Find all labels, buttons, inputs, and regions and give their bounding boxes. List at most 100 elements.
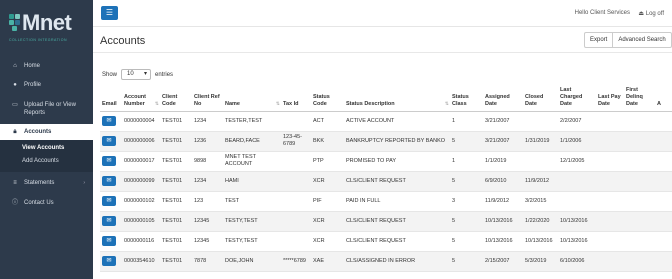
sort-asc-icon: ⇅ (154, 100, 159, 107)
col-account-number[interactable]: Account Number ⇅ (122, 84, 160, 112)
envelope-icon: ✉ (106, 218, 112, 224)
sidebar-item-label: Home (24, 63, 41, 69)
table-cell: 3 (450, 191, 483, 212)
col-client-code[interactable]: Client Code (160, 84, 192, 112)
table-cell: TESTY,TEST (223, 211, 281, 232)
table-cell: TEST01 (160, 231, 192, 252)
email-button[interactable]: ✉ (102, 176, 116, 186)
table-cell (596, 231, 624, 252)
menu-toggle-button[interactable]: ☰ (101, 6, 118, 20)
col-first-delinq-date[interactable]: First Delinq Date (624, 84, 655, 112)
table-cell (281, 151, 311, 172)
email-button[interactable]: ✉ (102, 156, 116, 166)
sidebar-item-profile[interactable]: ● Profile (0, 81, 93, 89)
table-cell (624, 251, 655, 272)
col-closed-date[interactable]: Closed Date (523, 84, 558, 112)
submenu-item-add-accounts[interactable]: Add Accounts (22, 158, 59, 164)
col-assigned-date[interactable]: Assigned Date (483, 84, 523, 112)
logo-tagline: COLLECTION INTEGRATION (9, 38, 67, 42)
table-cell: 5 (450, 171, 483, 192)
col-status-class[interactable]: Status Class (450, 84, 483, 112)
table-row[interactable]: ✉ 0000000006 TEST01 1236 BEARD,FACE 123-45-67… (100, 131, 672, 152)
table-cell: 10/13/2016 (483, 231, 523, 252)
table-cell (281, 211, 311, 232)
entries-select[interactable]: 10 (121, 69, 152, 80)
table-cell (596, 131, 624, 152)
export-button[interactable]: Export (585, 33, 612, 47)
header-button-group: Export Advanced Search (584, 32, 672, 48)
table-cell (624, 211, 655, 232)
table-cell: 10/13/2016 (558, 231, 596, 252)
table-row[interactable]: ✉ 0000000102 TEST01 123 TEST PIF PAID IN FULL 3… (100, 191, 672, 212)
sidebar-item-home[interactable]: ⌂ Home (0, 62, 93, 70)
table-cell: 123 (192, 191, 223, 212)
email-cell: ✉ (100, 231, 122, 252)
email-button[interactable]: ✉ (102, 136, 116, 146)
table-cell: 1236 (192, 131, 223, 152)
table-cell (523, 111, 558, 132)
col-email[interactable]: Email (100, 84, 122, 112)
table-cell: PIF (311, 191, 344, 212)
table-cell (281, 171, 311, 192)
email-button[interactable]: ✉ (102, 236, 116, 246)
table-cell (655, 251, 672, 272)
email-cell: ✉ (100, 251, 122, 272)
table-cell: 6/10/2006 (558, 251, 596, 272)
sidebar-item-contact[interactable]: ⓘ Contact Us (0, 199, 93, 207)
table-cell: 10/13/2016 (558, 211, 596, 232)
col-tax-id[interactable]: Tax Id (281, 84, 311, 112)
sidebar-item-statements[interactable]: ≡ Statements (0, 179, 93, 187)
col-status-description[interactable]: Status Description ⇅ (344, 84, 450, 112)
table-cell (655, 171, 672, 192)
table-cell (281, 231, 311, 252)
email-cell: ✉ (100, 211, 122, 232)
table-cell: MNET TEST ACCOUNT (223, 151, 281, 172)
table-cell (624, 231, 655, 252)
table-row[interactable]: ✉ 0000000099 TEST01 1234 HAMI XCR CLS/CLIENT R… (100, 171, 672, 192)
col-a[interactable]: A (655, 84, 672, 112)
submenu-item-view-accounts[interactable]: View Accounts (22, 145, 64, 151)
table-header-row: Email Account Number ⇅ Client Code Client… (100, 84, 672, 112)
table-row[interactable]: ✉ 0000000116 TEST01 12345 TESTY,TEST XCR CLS/C… (100, 231, 672, 252)
envelope-icon: ✉ (106, 198, 112, 204)
table-cell: 11/9/2012 (523, 171, 558, 192)
sidebar-item-label: Upload File or View Reports (24, 102, 76, 116)
col-last-charged-date[interactable]: Last Charged Date (558, 84, 596, 112)
table-row[interactable]: ✉ 0000000017 TEST01 9898 MNET TEST ACCOUNT PT… (100, 151, 672, 172)
email-cell: ✉ (100, 171, 122, 192)
envelope-icon: ✉ (106, 118, 112, 124)
sidebar-item-upload[interactable]: ▭ Upload File or View Reports (0, 101, 93, 117)
email-button[interactable]: ✉ (102, 256, 116, 266)
col-client-ref-no[interactable]: Client Ref No (192, 84, 223, 112)
table-cell: XCR (311, 211, 344, 232)
table-cell: 12/1/2005 (558, 151, 596, 172)
email-button[interactable]: ✉ (102, 216, 116, 226)
logo[interactable]: Mnet COLLECTION INTEGRATION (0, 0, 93, 55)
table-cell: 12345 (192, 231, 223, 252)
advanced-search-button[interactable]: Advanced Search (612, 33, 670, 47)
table-cell: BANKRUPTCY REPORTED BY BANKO (344, 131, 450, 152)
email-cell: ✉ (100, 131, 122, 152)
email-button[interactable]: ✉ (102, 196, 116, 206)
table-cell (596, 171, 624, 192)
col-name[interactable]: Name ⇅ (223, 84, 281, 112)
table-cell: TEST01 (160, 191, 192, 212)
table-cell (596, 211, 624, 232)
table-cell: TEST01 (160, 151, 192, 172)
email-button[interactable]: ✉ (102, 116, 116, 126)
col-last-pay-date[interactable]: Last Pay Date (596, 84, 624, 112)
logo-text: Mnet (22, 10, 72, 35)
table-cell: 0000000006 (122, 131, 160, 152)
envelope-icon: ✉ (106, 238, 112, 244)
col-status-code[interactable]: Status Code (311, 84, 344, 112)
greeting-link[interactable]: Hello Client Services (575, 10, 630, 16)
table-cell: PROMISED TO PAY (344, 151, 450, 172)
table-row[interactable]: ✉ 0000354610 TEST01 7878 DOE,JOHN *****6789 XA… (100, 251, 672, 272)
table-row[interactable]: ✉ 0000000105 TEST01 12345 TESTY,TEST XCR CLS/C… (100, 211, 672, 232)
table-cell: 5/3/2019 (523, 251, 558, 272)
table-row[interactable]: ✉ 0000000004 TEST01 1234 TESTER,TEST ACT ACTIV… (100, 111, 672, 132)
logout-link[interactable]: ⏏ Log off (638, 10, 664, 17)
sidebar-item-accounts[interactable]: 🔒︎ Accounts (0, 124, 93, 140)
table-cell (624, 131, 655, 152)
top-bar: ☰ Hello Client Services ⏏ Log off (93, 0, 672, 27)
